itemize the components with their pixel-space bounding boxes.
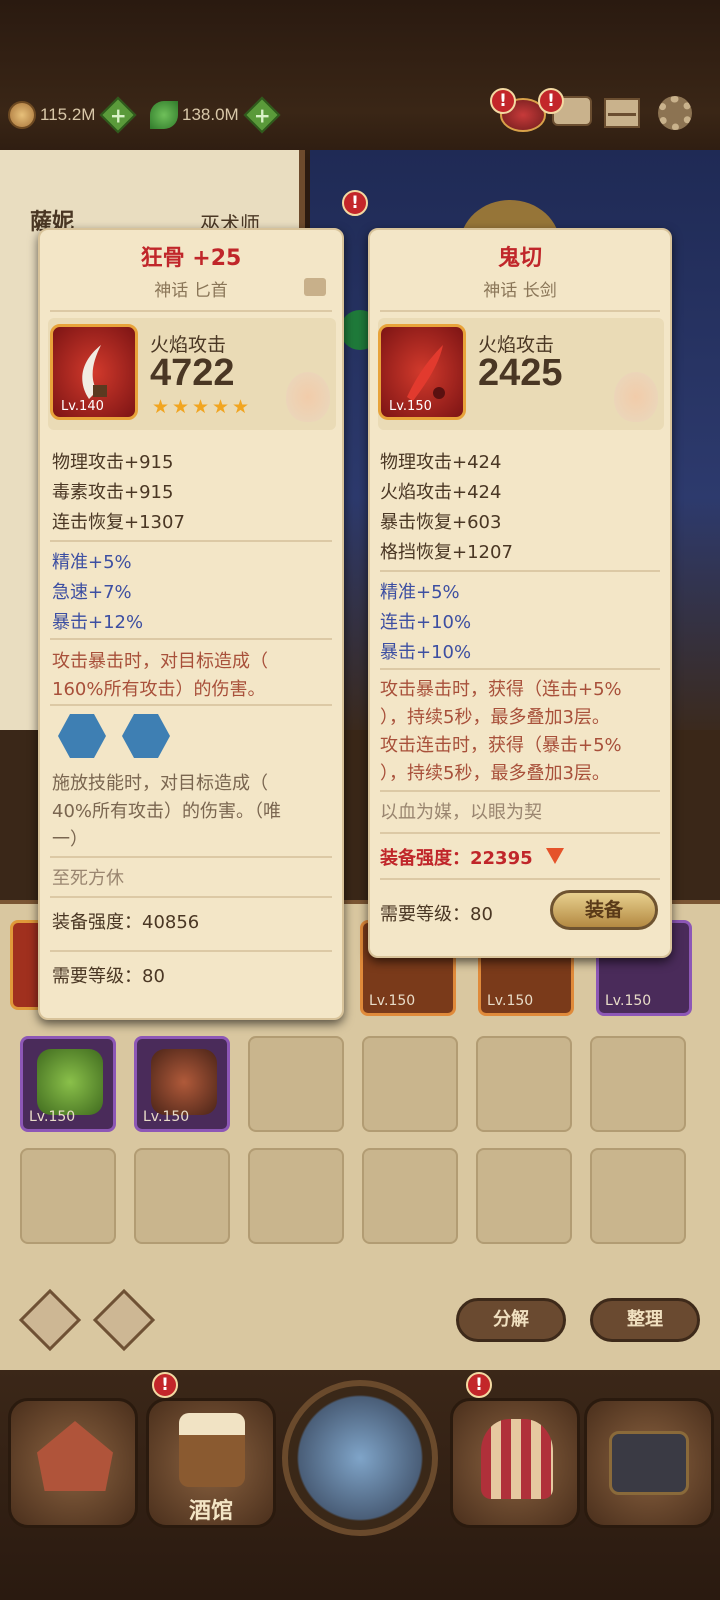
item-level: Lv.150 — [29, 1109, 76, 1125]
item-name: 狂骨 +25 — [140, 246, 242, 271]
sort-button[interactable]: 整理 — [590, 1298, 700, 1342]
equip-button[interactable]: 装备 — [550, 890, 658, 930]
tavern-label: 酒馆 — [188, 1499, 233, 1524]
item-level: Lv.150 — [143, 1109, 190, 1125]
stat-line: 连击恢复+1307 — [52, 512, 185, 533]
inventory-slot-empty[interactable] — [362, 1036, 458, 1132]
house-icon — [37, 1421, 113, 1491]
inventory-slot-empty[interactable] — [476, 1036, 572, 1132]
leaf-amount: 138.0M — [182, 105, 239, 124]
stat-line: 火焰攻击+424 — [380, 482, 502, 503]
stat-line: 物理攻击+915 — [52, 452, 174, 473]
bonus-stat-line: 精准+5% — [380, 582, 460, 603]
inventory-slot-empty[interactable] — [248, 1148, 344, 1244]
star-icon: ★ — [212, 396, 230, 418]
bonus-stat-line: 暴击+10% — [380, 642, 472, 663]
item-rarity-type: 神话 长剑 — [483, 281, 557, 301]
stat-line: 物理攻击+424 — [380, 452, 502, 473]
leaf-icon — [150, 101, 178, 129]
tent-icon — [481, 1419, 553, 1499]
add-leaf-button[interactable]: + — [243, 96, 281, 134]
item-effect: 攻击暴击时，对目标造成（ 160%所有攻击）的伤害。 — [52, 651, 268, 700]
inventory-slot[interactable]: Lv.150 — [20, 1036, 116, 1132]
inventory-slot[interactable]: Lv.150 — [134, 1036, 230, 1132]
gold-resource: 115.2M + — [8, 96, 137, 134]
decompose-button[interactable]: 分解 — [456, 1298, 566, 1342]
star-icon: ★ — [232, 396, 250, 418]
gold-amount: 115.2M — [40, 105, 96, 124]
boots-icon — [151, 1049, 217, 1115]
inventory-slot-empty[interactable] — [476, 1148, 572, 1244]
stat-line: 格挡恢复+1207 — [380, 542, 513, 563]
bonus-stat-line: 急速+7% — [52, 582, 132, 603]
slot-alert-badge: ! — [342, 190, 368, 216]
item-flavor: 以血为媒，以眼为契 — [380, 802, 542, 823]
nav-home-button[interactable] — [8, 1398, 138, 1528]
item-level: Lv.150 — [389, 399, 432, 414]
sword-icon — [407, 345, 445, 401]
tavern-alert-badge: ! — [152, 1372, 178, 1398]
event-alert-badge: ! — [490, 88, 516, 114]
item-effect: 攻击连击时，获得（暴击+5% ），持续5秒，最多叠加3层。 — [380, 735, 622, 784]
mail-icon[interactable] — [604, 98, 640, 128]
shop-alert-badge: ! — [466, 1372, 492, 1398]
shirt-icon — [304, 278, 326, 296]
plus-icon: + — [253, 102, 271, 127]
bonus-stat-line: 精准+5% — [52, 552, 132, 573]
stat-line: 毒素攻击+915 — [52, 482, 174, 503]
item-level: Lv.140 — [61, 399, 104, 414]
inventory-slot-empty[interactable] — [20, 1148, 116, 1244]
item-level: Lv.150 — [487, 993, 534, 1009]
required-level: 需要等级：80 — [52, 966, 165, 987]
gear-icon[interactable] — [658, 96, 692, 130]
element-value: 4722 — [150, 352, 235, 394]
star-icon: ★ — [192, 396, 210, 418]
inventory-slot-empty[interactable] — [134, 1148, 230, 1244]
item-power: 装备强度：40856 — [52, 912, 200, 933]
gold-coin-icon — [8, 101, 36, 129]
skill-effect: 施放技能时，对目标造成（ 40%所有攻击）的伤害。（唯 一） — [52, 773, 282, 850]
element-value: 2425 — [478, 352, 563, 394]
item-icon: Lv.140 — [50, 324, 138, 420]
nav-forge-button[interactable] — [584, 1398, 714, 1528]
beer-mug-icon — [179, 1413, 245, 1487]
item-rarity-type: 神话 匕首 — [154, 281, 228, 301]
flame-icon — [286, 372, 330, 422]
item-level: Lv.150 — [605, 993, 652, 1009]
gem-socket-icon — [122, 714, 170, 758]
leaf-resource: 138.0M + — [150, 96, 281, 134]
chat-alert-badge: ! — [538, 88, 564, 114]
nav-tavern-button[interactable]: 酒馆 — [146, 1398, 276, 1528]
nav-shop-button[interactable] — [450, 1398, 580, 1528]
item-level: Lv.150 — [369, 993, 416, 1009]
arrow-down-icon — [546, 848, 564, 864]
amulet-icon — [37, 1049, 103, 1115]
item-icon: Lv.150 — [378, 324, 466, 420]
stat-line: 暴击恢复+603 — [380, 512, 502, 533]
inventory-slot-empty[interactable] — [590, 1148, 686, 1244]
inventory-slot-empty[interactable] — [590, 1036, 686, 1132]
item-flavor: 至死方休 — [52, 868, 124, 889]
forge-pot-icon — [609, 1431, 689, 1495]
required-level: 需要等级：80 — [380, 904, 493, 925]
star-icon: ★ — [172, 396, 190, 418]
bonus-stat-line: 暴击+12% — [52, 612, 144, 633]
inventory-slot-empty[interactable] — [248, 1036, 344, 1132]
equipped-item-card: 狂骨 +25 神话 匕首 Lv.140 火焰攻击 4722 ★ ★ ★ ★ ★ … — [38, 228, 344, 1020]
nav-adventure-button[interactable] — [282, 1380, 438, 1536]
item-power: 装备强度：22395 — [380, 848, 533, 869]
plus-icon: + — [110, 102, 127, 127]
bonus-stat-line: 连击+10% — [380, 612, 472, 633]
star-icon: ★ — [152, 396, 170, 418]
gem-socket-icon — [58, 714, 106, 758]
add-gold-button[interactable]: + — [100, 96, 137, 134]
compare-item-card: 鬼切 神话 长剑 Lv.150 火焰攻击 2425 物理攻击+424 火焰攻击+… — [368, 228, 672, 958]
top-resource-bar — [0, 0, 720, 160]
flame-icon — [614, 372, 658, 422]
inventory-slot-empty[interactable] — [362, 1148, 458, 1244]
dagger-icon — [82, 345, 107, 399]
item-name: 鬼切 — [497, 246, 542, 271]
item-effect: 攻击暴击时，获得（连击+5% ），持续5秒，最多叠加3层。 — [380, 679, 622, 728]
